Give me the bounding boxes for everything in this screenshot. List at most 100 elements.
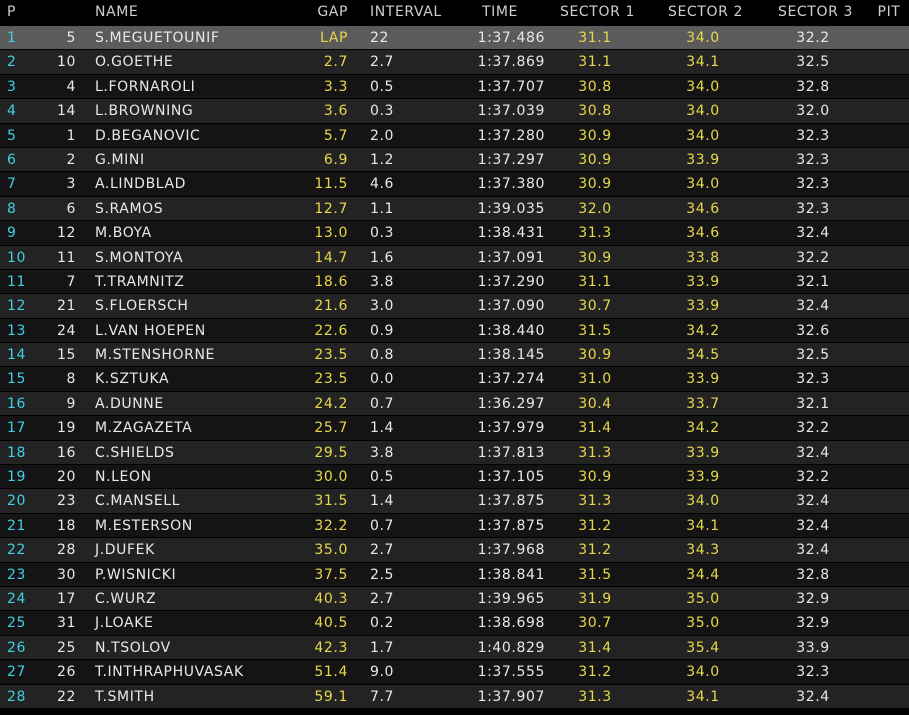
table-row[interactable]: 22 28 J.DUFEK 35.0 2.7 1:37.968 31.2 34.3 32.4 — [0, 538, 909, 563]
sector-1: 32.0 — [578, 200, 612, 217]
pit — [872, 319, 906, 342]
table-row[interactable]: 20 23 C.MANSELL 31.5 1.4 1:37.875 31.3 34.0 32.4 — [0, 489, 909, 514]
table-header: P NAME GAP INTERVAL TIME SECTOR 1 SECTOR… — [0, 0, 909, 26]
table-row[interactable]: 13 24 L.VAN HOEPEN 22.6 0.9 1:38.440 31.5 34.2 3… — [0, 318, 909, 344]
position: 1 — [7, 30, 17, 46]
table-row[interactable]: 17 19 M.ZAGAZETA 25.7 1.4 1:37.979 31.4 34.2 32.… — [0, 416, 909, 441]
table-row[interactable]: 15 8 K.SZTUKA 23.5 0.0 1:37.274 31.0 33.9 32.3 — [0, 367, 909, 392]
interval: 3.8 — [370, 273, 395, 290]
position: 2 — [7, 54, 17, 71]
sector-2: 34.5 — [686, 347, 720, 364]
sector-3: 32.2 — [796, 30, 830, 46]
lap-time: 1:37.555 — [477, 664, 545, 681]
table-row[interactable]: 10 11 S.MONTOYA 14.7 1.6 1:37.091 30.9 33.8 32.2 — [0, 245, 909, 270]
table-row[interactable]: 21 18 M.ESTERSON 32.2 0.7 1:37.875 31.2 34.1 32.… — [0, 513, 909, 539]
car-number: 15 — [56, 347, 76, 364]
interval: 0.5 — [370, 78, 395, 95]
driver-name: M.ZAGAZETA — [95, 420, 193, 437]
car-number: 24 — [56, 322, 76, 339]
driver-name: D.BEGANOVIC — [95, 127, 201, 144]
table-row[interactable]: 25 31 J.LOAKE 40.5 0.2 1:38.698 30.7 35.0 32.9 — [0, 611, 909, 636]
sector-1: 30.7 — [578, 615, 612, 632]
table-row[interactable]: 7 3 A.LINDBLAD 11.5 4.6 1:37.380 30.9 34.0 32.3 — [0, 172, 909, 197]
pit — [872, 50, 906, 73]
sector-3: 32.9 — [796, 590, 830, 607]
sector-2: 35.0 — [686, 590, 720, 607]
table-row[interactable]: 28 22 T.SMITH 59.1 7.7 1:37.907 31.3 34.1 32.4 — [0, 684, 909, 709]
gap: 51.4 — [314, 664, 348, 681]
table-row[interactable]: 6 2 G.MINI 6.9 1.2 1:37.297 30.9 33.9 32.3 — [0, 147, 909, 173]
sector-3: 32.4 — [796, 517, 830, 534]
position: 7 — [7, 176, 17, 193]
position: 19 — [7, 469, 27, 486]
position: 10 — [7, 249, 27, 266]
pit — [872, 75, 906, 98]
sector-1: 30.9 — [578, 176, 612, 193]
gap: 18.6 — [314, 273, 348, 290]
interval: 1.1 — [370, 200, 395, 217]
gap: 29.5 — [314, 444, 348, 461]
sector-2: 34.4 — [686, 566, 720, 583]
interval: 3.8 — [370, 444, 395, 461]
lap-time: 1:39.965 — [477, 590, 545, 607]
table-row[interactable]: 12 21 S.FLOERSCH 21.6 3.0 1:37.090 30.7 33.9 32.… — [0, 294, 909, 319]
car-number: 17 — [56, 590, 76, 607]
gap: 37.5 — [314, 566, 348, 583]
table-row[interactable]: 11 7 T.TRAMNITZ 18.6 3.8 1:37.290 31.1 33.9 32.1 — [0, 269, 909, 295]
interval: 2.7 — [370, 542, 395, 559]
interval: 0.0 — [370, 371, 395, 388]
sector-1: 31.3 — [578, 225, 612, 242]
table-row[interactable]: 5 1 D.BEGANOVIC 5.7 2.0 1:37.280 30.9 34.0 32.3 — [0, 123, 909, 148]
lap-time: 1:37.979 — [477, 420, 545, 437]
pit — [872, 172, 906, 195]
sector-2: 35.4 — [686, 639, 720, 656]
car-number: 18 — [56, 517, 76, 534]
sector-1: 30.8 — [578, 78, 612, 95]
position: 28 — [7, 688, 27, 705]
table-row[interactable]: 27 26 T.INTHRAPHUVASAK 51.4 9.0 1:37.555 31.2 3… — [0, 660, 909, 685]
timing-rows: 1 5 S.MEGUETOUNIF LAP 22 1:37.486 31.1 34.0 32.2… — [0, 26, 909, 709]
position: 14 — [7, 347, 27, 364]
position: 23 — [7, 566, 27, 583]
gap: 23.5 — [314, 347, 348, 364]
table-row[interactable]: 24 17 C.WURZ 40.3 2.7 1:39.965 31.9 35.0 32.9 — [0, 586, 909, 612]
sector-2: 33.7 — [686, 395, 720, 412]
gap: 2.7 — [323, 54, 348, 71]
driver-name: K.SZTUKA — [95, 371, 170, 388]
pit — [872, 441, 906, 464]
gap: 40.5 — [314, 615, 348, 632]
car-number: 22 — [56, 688, 76, 705]
sector-3: 32.1 — [796, 273, 830, 290]
driver-name: O.GOETHE — [95, 54, 174, 71]
sector-3: 32.2 — [796, 469, 830, 486]
pit — [872, 367, 906, 390]
table-row[interactable]: 4 14 L.BROWNING 3.6 0.3 1:37.039 30.8 34.0 32.0 — [0, 99, 909, 124]
table-row[interactable]: 18 16 C.SHIELDS 29.5 3.8 1:37.813 31.3 33.9 32.4 — [0, 440, 909, 466]
sector-1: 30.9 — [578, 151, 612, 168]
sector-3: 32.0 — [796, 103, 830, 120]
table-row[interactable]: 23 30 P.WISNICKI 37.5 2.5 1:38.841 31.5 34.4 32.… — [0, 562, 909, 587]
position: 15 — [7, 371, 27, 388]
sector-1: 31.2 — [578, 542, 612, 559]
table-row[interactable]: 19 20 N.LEON 30.0 0.5 1:37.105 30.9 33.9 32.2 — [0, 465, 909, 490]
table-row[interactable]: 1 5 S.MEGUETOUNIF LAP 22 1:37.486 31.1 34.0 32.2 — [0, 26, 909, 51]
position: 20 — [7, 493, 27, 510]
sector-2: 34.1 — [686, 688, 720, 705]
table-row[interactable]: 16 9 A.DUNNE 24.2 0.7 1:36.297 30.4 33.7 32.1 — [0, 391, 909, 417]
sector-1: 31.2 — [578, 664, 612, 681]
lap-time: 1:37.290 — [477, 273, 545, 290]
table-row[interactable]: 3 4 L.FORNAROLI 3.3 0.5 1:37.707 30.8 34.0 32.8 — [0, 74, 909, 100]
position: 4 — [7, 103, 17, 120]
table-row[interactable]: 14 15 M.STENSHORNE 23.5 0.8 1:38.145 30.9 34.5 3… — [0, 343, 909, 368]
table-row[interactable]: 8 6 S.RAMOS 12.7 1.1 1:39.035 32.0 34.6 32.3 — [0, 196, 909, 222]
table-row[interactable]: 26 25 N.TSOLOV 42.3 1.7 1:40.829 31.4 35.4 33.9 — [0, 635, 909, 661]
table-row[interactable]: 2 10 O.GOETHE 2.7 2.7 1:37.869 31.1 34.1 32.5 — [0, 50, 909, 75]
lap-time: 1:38.440 — [477, 322, 545, 339]
sector-2: 34.0 — [686, 30, 720, 46]
table-row[interactable]: 9 12 M.BOYA 13.0 0.3 1:38.431 31.3 34.6 32.4 — [0, 221, 909, 246]
interval: 1.4 — [370, 420, 395, 437]
sector-3: 32.3 — [796, 200, 830, 217]
position: 24 — [7, 590, 27, 607]
driver-name: S.RAMOS — [95, 200, 164, 217]
pit — [872, 294, 906, 317]
